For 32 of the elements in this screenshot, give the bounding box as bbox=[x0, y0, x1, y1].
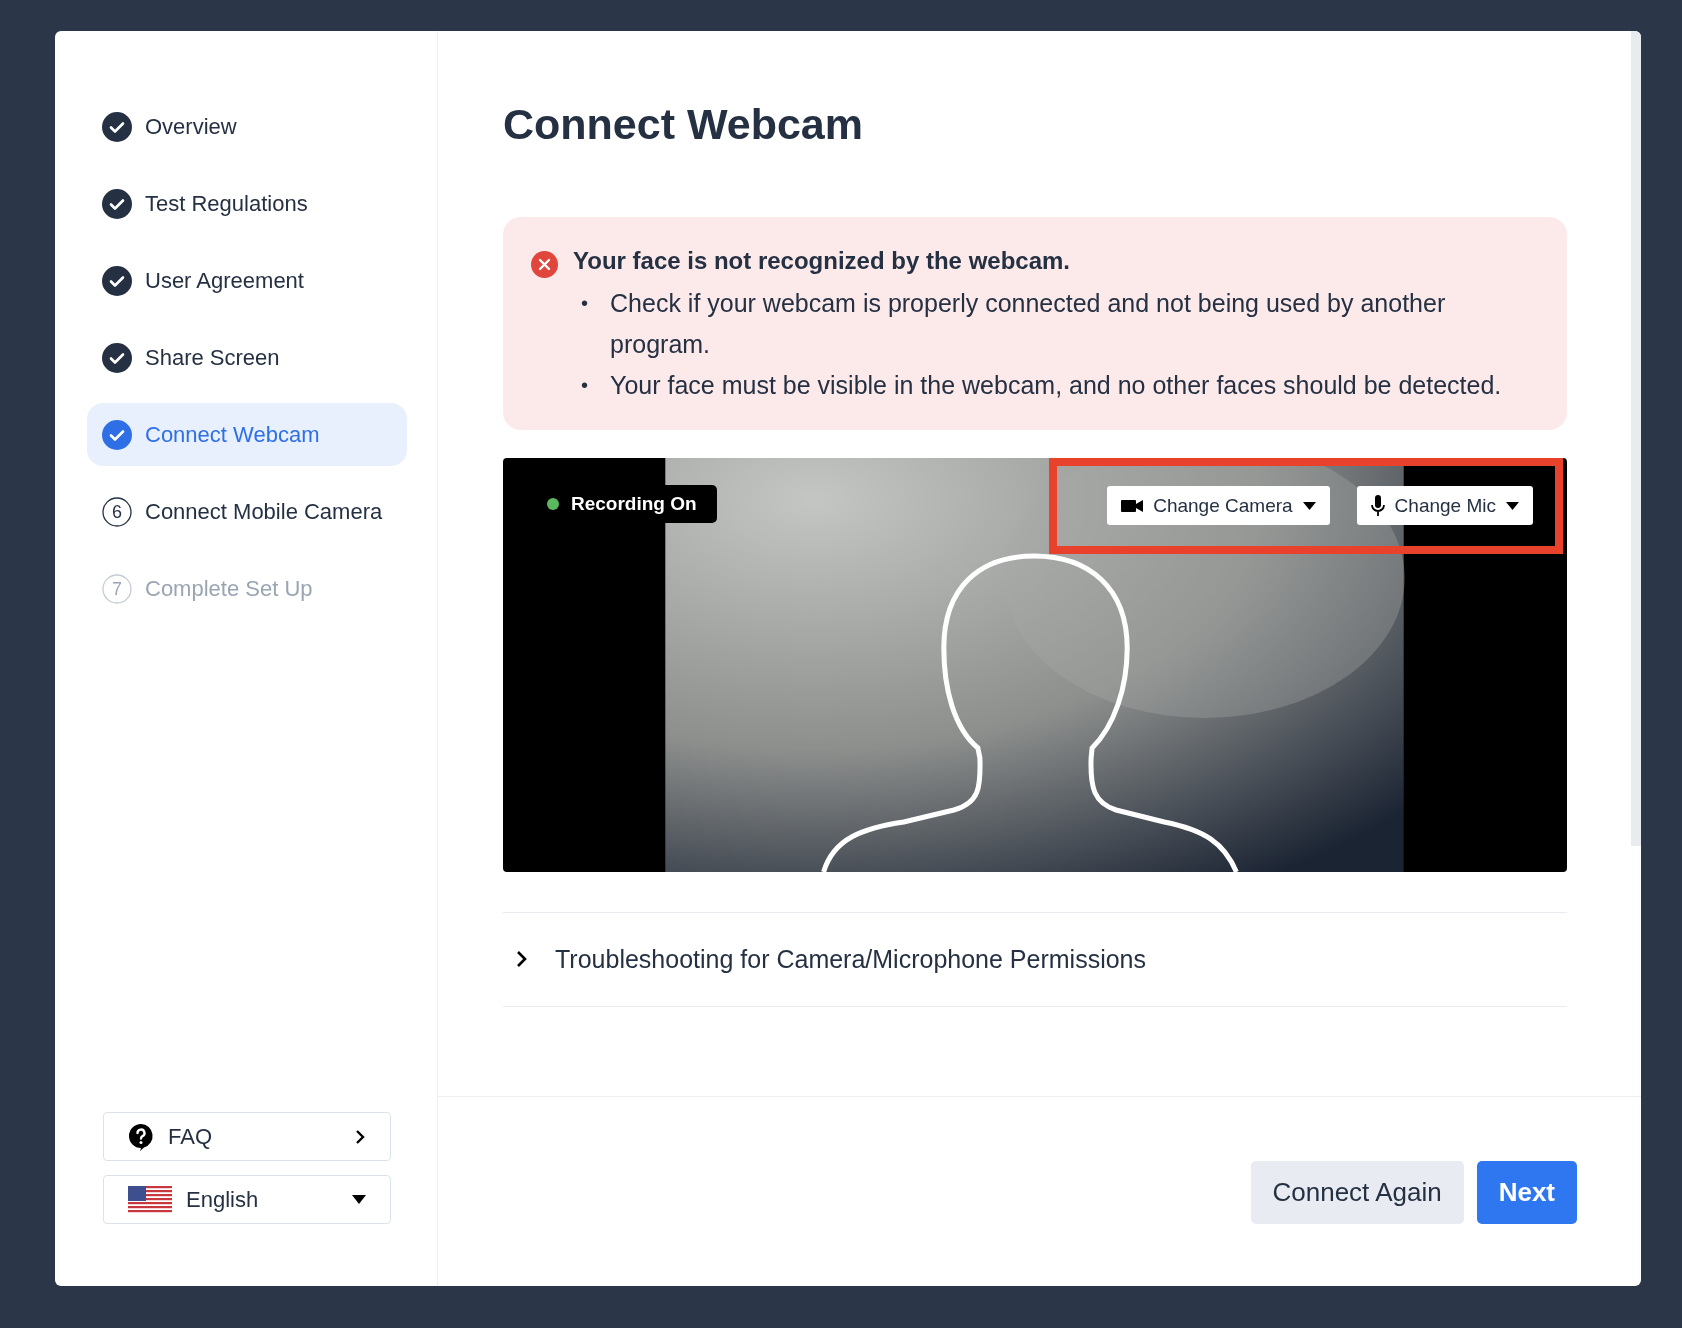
alert-item: Check if your webcam is properly connected and not being used by another program. bbox=[610, 287, 1447, 360]
step-item[interactable]: Test Regulations bbox=[87, 172, 407, 235]
language-select[interactable]: English bbox=[103, 1175, 391, 1224]
next-button[interactable]: Next bbox=[1476, 1161, 1577, 1224]
dropdown-caret-icon bbox=[352, 1195, 366, 1204]
connect-again-button[interactable]: Connect Again bbox=[1250, 1161, 1464, 1224]
scrollbar[interactable] bbox=[1631, 31, 1641, 846]
step-item[interactable]: Overview bbox=[87, 95, 407, 158]
step-item[interactable]: 6 Connect Mobile Camera bbox=[87, 480, 407, 543]
step-item[interactable]: Share Screen bbox=[87, 326, 407, 389]
alert-item: Your face must be visible in the webcam, and no other faces should be detected. bbox=[610, 369, 1502, 401]
help-bubble-icon bbox=[128, 1122, 154, 1151]
alert-heading: Your face is not recognized by the webcam. bbox=[573, 246, 1071, 275]
dropdown-caret-icon bbox=[1506, 501, 1519, 510]
change-camera-button[interactable]: Change Camera bbox=[1107, 486, 1330, 526]
error-icon bbox=[531, 250, 558, 278]
dropdown-caret-icon bbox=[1302, 501, 1316, 510]
step-item[interactable]: Connect Webcam bbox=[87, 403, 407, 466]
bullet: • bbox=[581, 290, 588, 316]
bullet: • bbox=[581, 372, 588, 398]
recording-label: Recording On bbox=[571, 492, 697, 515]
step-number-icon: 6 bbox=[102, 496, 132, 527]
page-title: Connect Webcam bbox=[503, 99, 864, 150]
step-number-icon: 7 bbox=[102, 573, 132, 604]
video-camera-icon bbox=[1121, 498, 1144, 513]
step-item[interactable]: User Agreement bbox=[87, 249, 407, 312]
change-mic-button[interactable]: Change Mic bbox=[1356, 486, 1533, 526]
chevron-right-icon bbox=[354, 1128, 366, 1145]
accordion-item[interactable]: Troubleshooting for Camera/Microphone Permissions bbox=[503, 912, 1567, 1007]
microphone-icon bbox=[1370, 494, 1385, 517]
faq-button[interactable]: FAQ bbox=[103, 1112, 391, 1161]
flag-icon bbox=[128, 1185, 172, 1214]
